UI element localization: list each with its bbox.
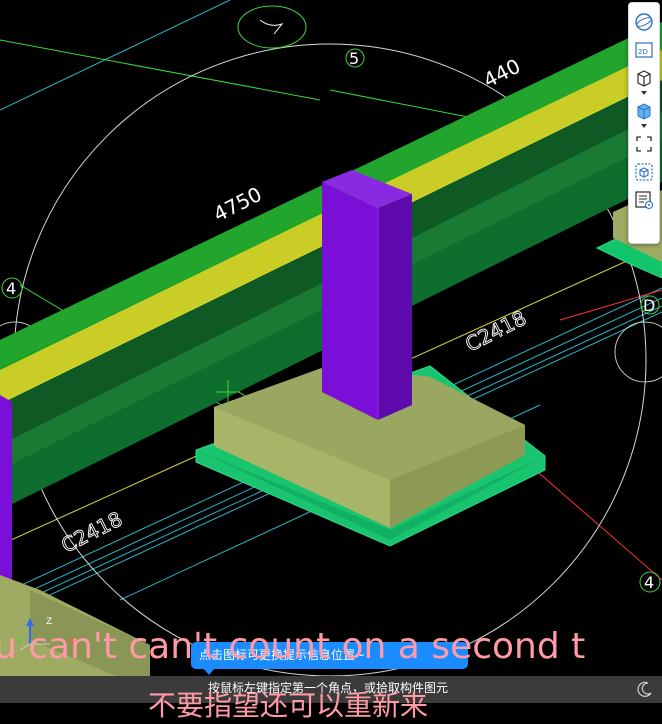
property-list-button[interactable] — [631, 187, 657, 213]
axis-label-right: D — [643, 296, 655, 315]
hint-tooltip-pointer — [203, 668, 215, 675]
isometric-cube-icon — [635, 163, 653, 181]
solid-box-button[interactable] — [631, 98, 657, 124]
axis-label-bottom-right: 4 — [644, 573, 654, 592]
property-list-icon — [635, 191, 654, 210]
axis-label-top: 5 — [349, 49, 359, 68]
fit-view-button[interactable] — [631, 131, 657, 157]
isometric-cube-button[interactable] — [631, 159, 657, 185]
subtitle-caption: u can't can't count on a second t — [0, 626, 586, 667]
solid-box-icon — [637, 103, 651, 120]
chevron-down-icon[interactable] — [641, 124, 647, 128]
view-toolbar: 2D — [628, 2, 660, 244]
subtitle-caption-secondary: 不要指望还可以重新来 — [148, 689, 429, 722]
fit-view-icon — [636, 136, 652, 152]
sphere-view-button[interactable] — [631, 9, 657, 35]
svg-text:2D: 2D — [638, 48, 648, 56]
3d-box-icon — [637, 70, 651, 87]
sphere-view-icon — [635, 13, 653, 31]
column-center[interactable] — [322, 170, 412, 420]
cad-3d-viewport[interactable]: 5 4 D 4 4750 440 C2418 C2418 — [0, 0, 662, 703]
status-moon-icon[interactable] — [636, 680, 654, 698]
2d-view-button[interactable]: 2D — [631, 37, 657, 63]
chevron-down-icon[interactable] — [641, 91, 647, 95]
axis-label-left: 4 — [6, 279, 16, 298]
3d-box-button[interactable] — [631, 65, 657, 91]
2d-view-icon: 2D — [635, 42, 653, 58]
